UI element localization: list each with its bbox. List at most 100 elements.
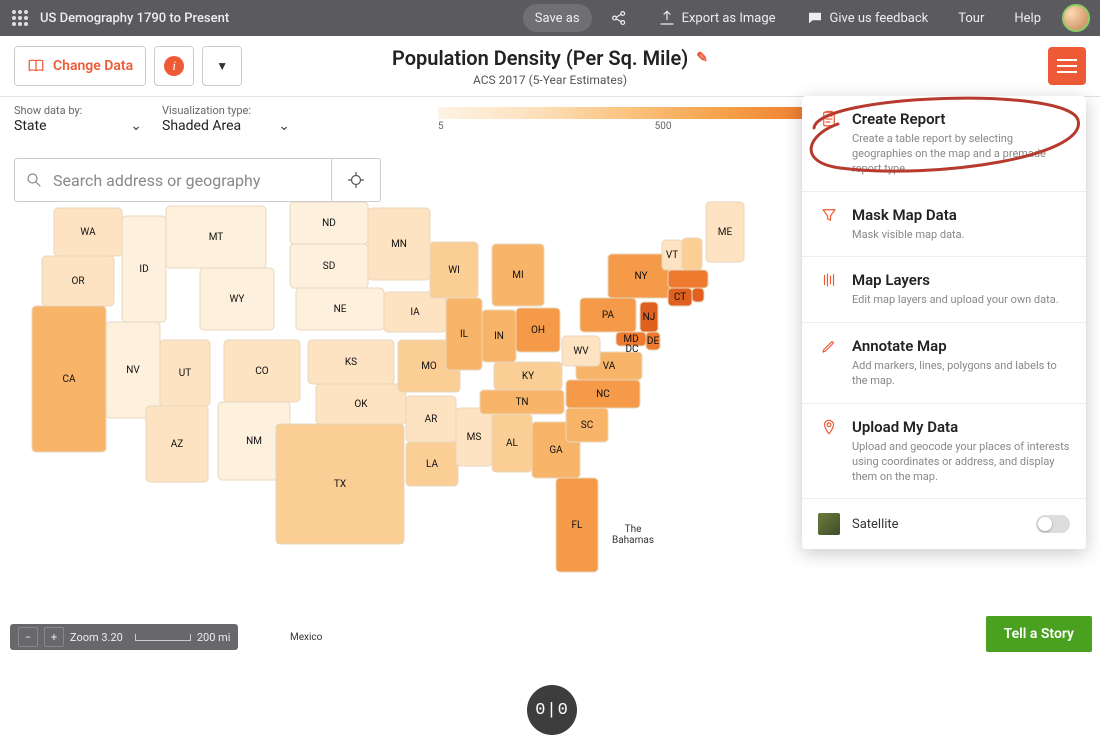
state-WA[interactable] <box>54 208 122 256</box>
locate-me-button[interactable] <box>332 158 381 202</box>
export-label: Export as Image <box>682 11 776 26</box>
state-AL[interactable] <box>492 414 532 472</box>
state-ND[interactable] <box>290 202 368 244</box>
panel-item-layers[interactable]: Map Layers Edit map layers and upload you… <box>802 257 1086 323</box>
subbar: Change Data i ▼ Population Density (Per … <box>0 36 1100 97</box>
label-bahamas-2: Bahamas <box>612 535 654 546</box>
state-IL[interactable] <box>446 298 482 370</box>
app-logo[interactable] <box>0 10 40 26</box>
project-name: US Demography 1790 to Present <box>40 11 520 26</box>
state-UT[interactable] <box>160 340 210 406</box>
save-as-button[interactable]: Save as <box>523 4 592 32</box>
viz-type-select[interactable]: Visualization type: Shaded Area ⌄ <box>148 104 296 134</box>
state-AR[interactable] <box>406 396 456 442</box>
state-AZ[interactable] <box>146 406 208 482</box>
state-OK[interactable] <box>316 384 406 424</box>
state-MT[interactable] <box>166 206 266 268</box>
panel-item-report[interactable]: Create ReportCreate a table report by se… <box>802 96 1086 192</box>
show-by-label: Show data by: <box>14 104 134 117</box>
pin-icon <box>818 418 840 485</box>
state-KY[interactable] <box>494 362 562 390</box>
search-placeholder: Search address or geography <box>53 171 260 190</box>
state-CT[interactable] <box>668 288 692 306</box>
panel-item-pencil[interactable]: Annotate MapAdd markers, lines, polygons… <box>802 323 1086 404</box>
info-icon: i <box>164 56 184 76</box>
user-avatar[interactable] <box>1062 4 1090 32</box>
panel-toggle-button[interactable] <box>1048 47 1086 85</box>
state-OH[interactable] <box>516 308 560 352</box>
show-data-by-select[interactable]: Show data by: State ⌄ <box>0 104 148 134</box>
state-MS[interactable] <box>456 408 492 466</box>
state-MD[interactable] <box>616 332 646 346</box>
panel-item-filter[interactable]: Mask Map Data Mask visible map data. <box>802 192 1086 258</box>
book-icon <box>27 57 45 75</box>
state-TX[interactable] <box>276 424 404 544</box>
zoom-controls: − + Zoom 3.20 200 mi <box>10 624 238 650</box>
state-SC[interactable] <box>566 408 608 442</box>
state-WI[interactable] <box>430 242 478 298</box>
satellite-toggle[interactable] <box>1036 515 1070 533</box>
state-TN[interactable] <box>480 390 564 414</box>
share-button[interactable] <box>598 4 640 32</box>
panel-item-title: Mask Map Data <box>852 206 965 224</box>
panel-item-title: Annotate Map <box>852 337 1070 355</box>
panel-item-pin[interactable]: Upload My DataUpload and geocode your pl… <box>802 404 1086 500</box>
state-WY[interactable] <box>200 268 274 330</box>
feedback-button[interactable]: Give us feedback <box>794 4 941 32</box>
export-image-button[interactable]: Export as Image <box>646 4 788 32</box>
state-KS[interactable] <box>308 340 394 384</box>
pencil-icon: ✎ <box>696 50 708 66</box>
help-button[interactable]: Help <box>1002 4 1053 32</box>
state-FL[interactable] <box>556 478 598 572</box>
state-NH[interactable] <box>682 238 702 270</box>
state-MN[interactable] <box>368 208 430 280</box>
zoom-level: Zoom 3.20 <box>70 631 123 644</box>
state-VT[interactable] <box>662 240 682 270</box>
zoom-out-button[interactable]: − <box>18 627 38 647</box>
show-by-value: State <box>14 118 134 134</box>
state-WV[interactable] <box>562 336 600 366</box>
state-ME[interactable] <box>706 202 744 262</box>
state-MA[interactable] <box>668 270 708 288</box>
scale-bar: 200 mi <box>135 631 231 644</box>
state-NC[interactable] <box>566 380 640 408</box>
state-IN[interactable] <box>482 310 516 362</box>
state-DE[interactable] <box>646 332 660 350</box>
panel-item-desc: Create a table report by selecting geogr… <box>852 132 1070 177</box>
state-RI[interactable] <box>692 288 704 302</box>
state-MI[interactable] <box>492 244 544 306</box>
swipe-toggle[interactable]: 0|0 <box>527 685 577 735</box>
panel-item-desc: Mask visible map data. <box>852 228 965 243</box>
panel-item-title: Map Layers <box>852 271 1059 289</box>
zoom-in-button[interactable]: + <box>44 627 64 647</box>
map-title: Population Density (Per Sq. Mile) ✎ <box>392 46 708 70</box>
report-icon <box>818 110 840 177</box>
state-CA[interactable] <box>32 306 106 452</box>
state-SD[interactable] <box>290 244 368 288</box>
satellite-thumb-icon <box>818 513 840 535</box>
change-data-button[interactable]: Change Data <box>14 46 146 86</box>
info-button[interactable]: i <box>154 46 194 86</box>
layers-icon <box>818 271 840 308</box>
legend-tick: 500 <box>655 121 672 132</box>
tell-a-story-button[interactable]: Tell a Story <box>986 616 1092 652</box>
share-icon <box>610 9 628 27</box>
us-states-svg: WAORCAIDNVUTAZMTWYCONMNDSDNEKSOKTXMNIAMO… <box>0 140 800 660</box>
state-OR[interactable] <box>42 256 114 306</box>
state-NE[interactable] <box>296 288 384 330</box>
panel-item-satellite[interactable]: Satellite <box>802 499 1086 549</box>
state-NV[interactable] <box>106 322 160 418</box>
state-PA[interactable] <box>580 298 636 332</box>
pencil-icon <box>818 337 840 389</box>
state-ID[interactable] <box>122 216 166 322</box>
change-data-label: Change Data <box>53 58 133 74</box>
search-input[interactable]: Search address or geography <box>14 158 332 202</box>
tour-button[interactable]: Tour <box>946 4 996 32</box>
feedback-label: Give us feedback <box>830 11 929 26</box>
state-NJ[interactable] <box>640 302 658 332</box>
topbar: US Demography 1790 to Present Save as Ex… <box>0 0 1100 36</box>
state-LA[interactable] <box>406 442 458 486</box>
variable-dropdown-button[interactable]: ▼ <box>202 46 242 86</box>
panel-item-desc: Edit map layers and upload your own data… <box>852 293 1059 308</box>
state-CO[interactable] <box>224 340 300 402</box>
